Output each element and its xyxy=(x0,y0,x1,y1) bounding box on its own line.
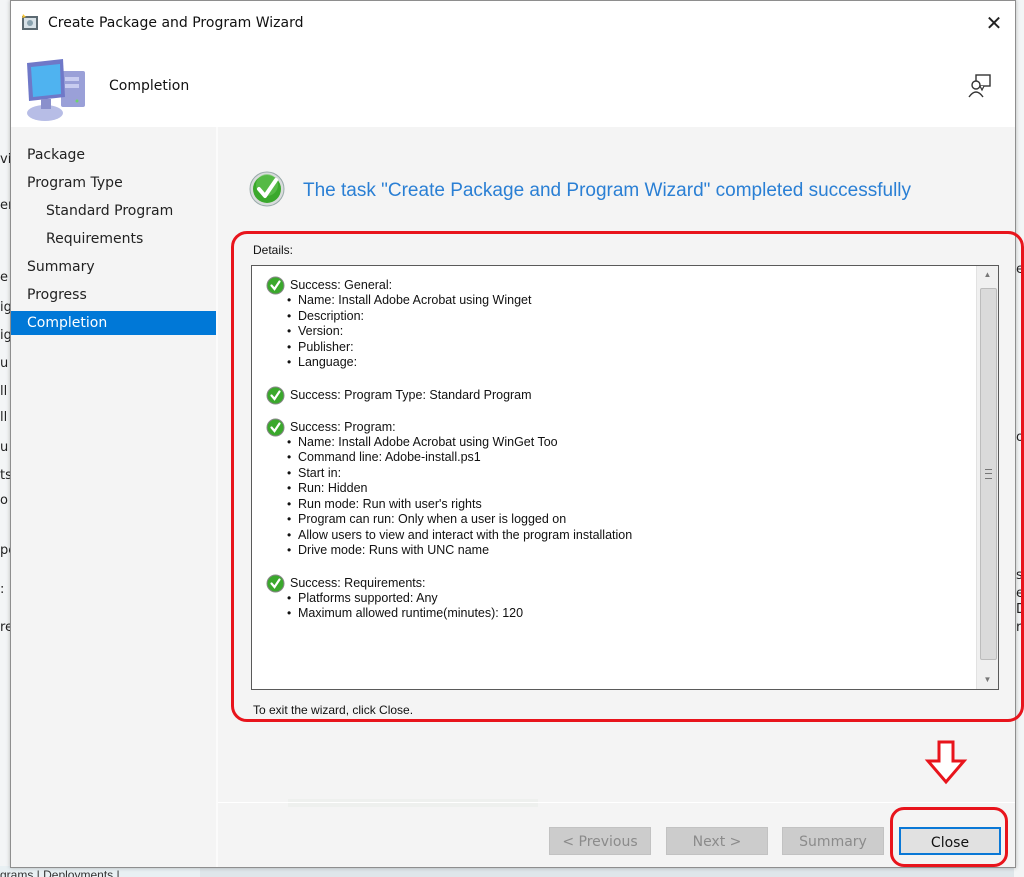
previous-button[interactable]: < Previous xyxy=(549,827,651,855)
background-text-fragment: ll xyxy=(0,384,8,399)
sidebar-item-completion[interactable]: Completion xyxy=(11,311,216,335)
sidebar-item-program-type[interactable]: Program Type xyxy=(11,171,216,195)
close-window-button[interactable]: ✕ xyxy=(979,9,1009,39)
section-heading: Success: Program: xyxy=(290,419,396,434)
detail-item: Program can run: Only when a user is log… xyxy=(266,512,966,528)
scroll-thumb[interactable] xyxy=(980,288,997,660)
background-text-fragment: D xyxy=(1016,602,1024,617)
footer-divider-faint xyxy=(288,799,538,807)
annotation-down-arrow-icon xyxy=(924,740,968,785)
details-section-general: Success: General: Name: Install Adobe Ac… xyxy=(266,276,966,371)
details-textbox[interactable]: Success: General: Name: Install Adobe Ac… xyxy=(251,265,999,690)
section-heading: Success: Requirements: xyxy=(290,575,426,590)
summary-button[interactable]: Summary xyxy=(782,827,884,855)
details-scrollbar[interactable]: ▲ ▼ xyxy=(976,266,998,689)
section-heading: Success: Program Type: Standard Program xyxy=(290,387,532,402)
sidebar-item-package[interactable]: Package xyxy=(11,143,216,167)
close-button[interactable]: Close xyxy=(899,827,1001,855)
detail-item: Platforms supported: Any xyxy=(266,591,966,607)
details-section-program: Success: Program: Name: Install Adobe Ac… xyxy=(266,418,966,559)
detail-item: Command line: Adobe-install.ps1 xyxy=(266,450,966,466)
detail-item: Version: xyxy=(266,324,966,340)
background-text-fragment: e xyxy=(1016,586,1024,601)
grip-icon xyxy=(985,469,992,479)
user-feedback-icon[interactable] xyxy=(967,73,993,99)
background-text-fragment: u xyxy=(0,440,9,455)
sidebar-item-summary[interactable]: Summary xyxy=(11,255,216,279)
background-text-fragment: o xyxy=(1016,430,1024,445)
detail-item: Name: Install Adobe Acrobat using WinGet… xyxy=(266,435,966,451)
success-check-icon xyxy=(266,386,285,404)
exit-instructions: To exit the wizard, click Close. xyxy=(253,703,414,717)
detail-item: Description: xyxy=(266,309,966,325)
computer-icon xyxy=(27,59,85,121)
details-label: Details: xyxy=(253,243,294,257)
title-bar: Create Package and Program Wizard ✕ xyxy=(11,1,1015,47)
wizard-steps-sidebar: Package Program Type Standard Program Re… xyxy=(11,127,218,867)
detail-item: Run mode: Run with user's rights xyxy=(266,497,966,513)
detail-item: Run: Hidden xyxy=(266,481,966,497)
scroll-down-arrow-icon[interactable]: ▼ xyxy=(977,671,998,689)
background-text-fragment: ll xyxy=(0,410,8,425)
sidebar-item-requirements[interactable]: Requirements xyxy=(11,227,216,251)
window-title: Create Package and Program Wizard xyxy=(48,15,304,31)
background-text-fragment: o xyxy=(0,493,8,508)
background-text-fragment: r xyxy=(1016,620,1022,635)
detail-item: Name: Install Adobe Acrobat using Winget xyxy=(266,293,966,309)
close-icon: ✕ xyxy=(985,13,1003,35)
wizard-header: Completion xyxy=(11,47,1015,127)
background-text-fragment: e xyxy=(1016,262,1024,277)
success-check-icon xyxy=(249,171,285,207)
background-text-fragment: e xyxy=(0,270,8,285)
background-text-fragment: : xyxy=(0,582,5,597)
sidebar-item-progress[interactable]: Progress xyxy=(11,283,216,307)
next-button[interactable]: Next > xyxy=(666,827,768,855)
background-text-fragment: s xyxy=(1016,568,1023,583)
detail-item: Publisher: xyxy=(266,340,966,356)
status-message: The task "Create Package and Program Wiz… xyxy=(303,180,912,201)
completion-content: The task "Create Package and Program Wiz… xyxy=(218,127,1024,867)
sidebar-item-standard-program[interactable]: Standard Program xyxy=(11,199,216,223)
details-section-program-type: Success: Program Type: Standard Program xyxy=(266,386,966,404)
background-text-fragment: u xyxy=(0,356,9,371)
details-content: Success: General: Name: Install Adobe Ac… xyxy=(266,276,966,637)
detail-item: Start in: xyxy=(266,466,966,482)
page-title: Completion xyxy=(109,78,190,94)
detail-item: Allow users to view and interact with th… xyxy=(266,528,966,544)
wizard-app-icon xyxy=(22,14,38,30)
details-section-requirements: Success: Requirements: Platforms support… xyxy=(266,574,966,622)
detail-item: Drive mode: Runs with UNC name xyxy=(266,543,966,559)
detail-item: Language: xyxy=(266,355,966,371)
wizard-dialog: Create Package and Program Wizard ✕ Comp… xyxy=(10,0,1024,868)
detail-item: Maximum allowed runtime(minutes): 120 xyxy=(266,606,966,622)
section-heading: Success: General: xyxy=(290,278,393,292)
scroll-up-arrow-icon[interactable]: ▲ xyxy=(977,266,998,284)
footer-divider xyxy=(218,802,1015,803)
